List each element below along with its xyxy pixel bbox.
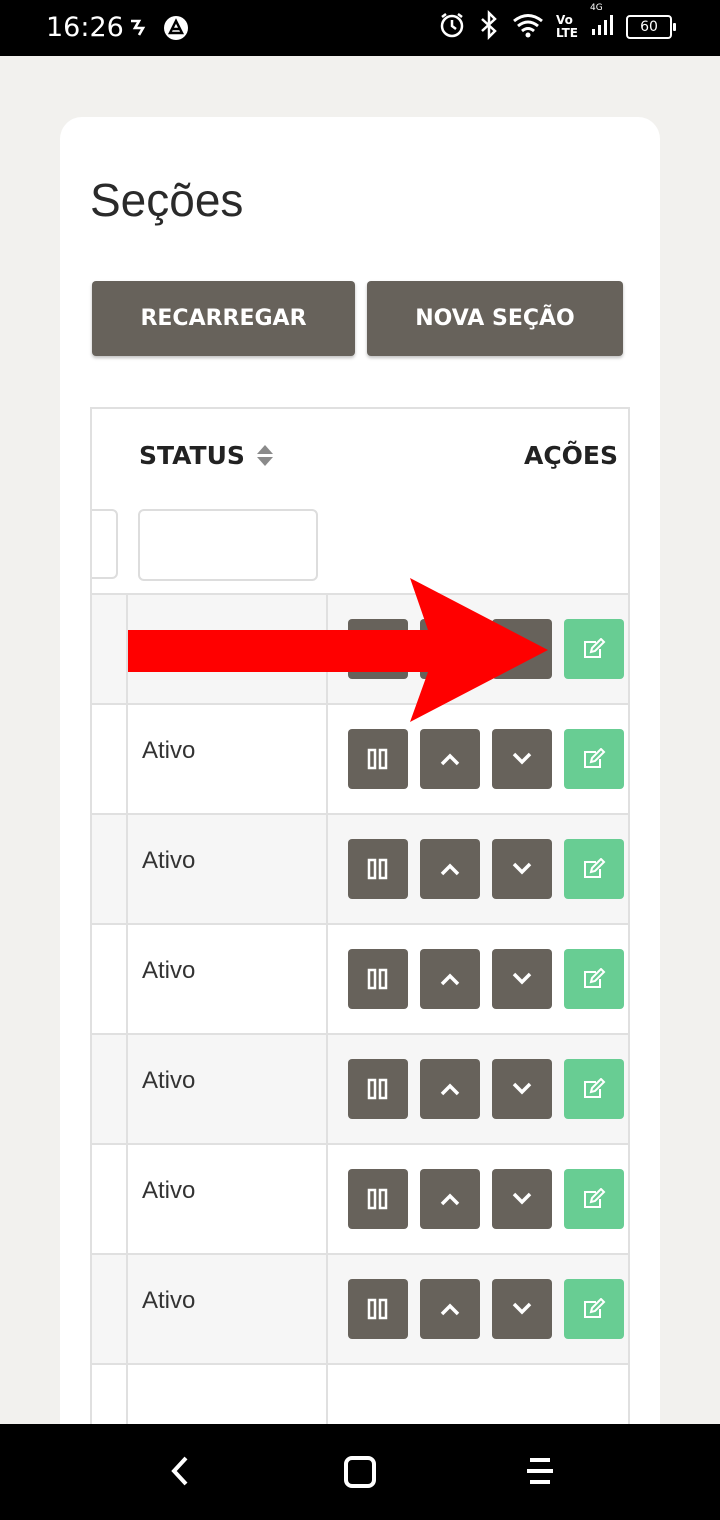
chevron-down-icon: [511, 751, 533, 767]
chevron-down-icon: [511, 1301, 533, 1317]
app-notification-icon: [162, 14, 190, 46]
move-down-button[interactable]: [492, 1169, 552, 1229]
back-icon: [168, 1456, 194, 1491]
signal-icon: 4G: [590, 3, 614, 41]
pause-icon: [367, 1188, 389, 1210]
edit-button[interactable]: [564, 949, 624, 1009]
status-bar: 16:26 Vo LTE 4G 60: [0, 0, 720, 56]
chevron-up-icon: [439, 1301, 461, 1317]
alarm-icon: [438, 11, 466, 43]
table-row: Ativo: [92, 1253, 628, 1363]
edit-button[interactable]: [564, 1279, 624, 1339]
pause-button[interactable]: [348, 1059, 408, 1119]
status-column-header[interactable]: STATUS: [139, 441, 273, 470]
status-cell: Ativo: [142, 1067, 196, 1094]
back-button[interactable]: [168, 1454, 194, 1491]
move-down-button[interactable]: [492, 1059, 552, 1119]
pause-icon: [367, 1078, 389, 1100]
page-title: Seções: [90, 174, 244, 226]
home-button[interactable]: [342, 1454, 378, 1493]
move-up-button[interactable]: [420, 1169, 480, 1229]
edit-icon: [582, 968, 606, 990]
chevron-down-icon: [511, 1081, 533, 1097]
data-saver-icon: [128, 17, 148, 43]
edit-button[interactable]: [564, 619, 624, 679]
chevron-up-icon: [439, 1191, 461, 1207]
table-row: Ativo: [92, 923, 628, 1033]
filter-input-previous-column[interactable]: [92, 509, 118, 579]
sections-table: STATUS AÇÕES Ativo Ativo Ativo Ativo Ati…: [90, 407, 630, 1457]
wifi-icon: [512, 12, 544, 42]
status-cell: Ativo: [142, 737, 196, 764]
chevron-up-icon: [439, 1081, 461, 1097]
table-row: Ativo: [92, 1143, 628, 1253]
status-filter-input[interactable]: [138, 509, 318, 581]
status-header-label: STATUS: [139, 441, 245, 470]
chevron-down-icon: [511, 1191, 533, 1207]
new-section-button[interactable]: NOVA SEÇÃO: [367, 281, 623, 356]
edit-button[interactable]: [564, 729, 624, 789]
bluetooth-icon: [478, 9, 500, 44]
network-gen-label: 4G: [590, 3, 603, 13]
chevron-up-icon: [439, 861, 461, 877]
move-up-button[interactable]: [420, 1059, 480, 1119]
chevron-up-icon: [439, 751, 461, 767]
pause-icon: [367, 748, 389, 770]
pause-icon: [367, 858, 389, 880]
red-arrow-annotation: [128, 578, 548, 722]
edit-button[interactable]: [564, 839, 624, 899]
battery-indicator: 60: [626, 15, 676, 39]
clock: 16:26: [46, 12, 124, 43]
pause-button[interactable]: [348, 839, 408, 899]
home-icon: [342, 1456, 378, 1493]
table-row: Ativo: [92, 1033, 628, 1143]
edit-icon: [582, 1078, 606, 1100]
pause-icon: [367, 968, 389, 990]
move-down-button[interactable]: [492, 729, 552, 789]
move-down-button[interactable]: [492, 1279, 552, 1339]
edit-button[interactable]: [564, 1059, 624, 1119]
status-cell: Ativo: [142, 1287, 196, 1314]
navigation-bar: [0, 1424, 720, 1520]
edit-icon: [582, 858, 606, 880]
status-cell: Ativo: [142, 1177, 196, 1204]
sort-icon[interactable]: [256, 445, 273, 466]
move-up-button[interactable]: [420, 1279, 480, 1339]
move-up-button[interactable]: [420, 839, 480, 899]
move-up-button[interactable]: [420, 949, 480, 1009]
sections-card: Seções RECARREGAR NOVA SEÇÃO STATUS AÇÕE…: [60, 117, 660, 1457]
status-cell: Ativo: [142, 957, 196, 984]
move-up-button[interactable]: [420, 729, 480, 789]
menu-button[interactable]: [524, 1454, 556, 1491]
edit-icon: [582, 1188, 606, 1210]
reload-button[interactable]: RECARREGAR: [92, 281, 355, 356]
menu-icon: [524, 1458, 556, 1491]
lte-label: LTE: [555, 26, 578, 40]
pause-button[interactable]: [348, 949, 408, 1009]
status-cell: Ativo: [142, 847, 196, 874]
pause-button[interactable]: [348, 1169, 408, 1229]
pause-button[interactable]: [348, 729, 408, 789]
chevron-up-icon: [439, 971, 461, 987]
move-down-button[interactable]: [492, 949, 552, 1009]
actions-column-header: AÇÕES: [523, 441, 618, 470]
move-down-button[interactable]: [492, 839, 552, 899]
edit-button[interactable]: [564, 1169, 624, 1229]
pause-button[interactable]: [348, 1279, 408, 1339]
edit-icon: [582, 1298, 606, 1320]
chevron-down-icon: [511, 861, 533, 877]
edit-icon: [582, 638, 606, 660]
edit-icon: [582, 748, 606, 770]
chevron-down-icon: [511, 971, 533, 987]
table-row: Ativo: [92, 813, 628, 923]
pause-icon: [367, 1298, 389, 1320]
